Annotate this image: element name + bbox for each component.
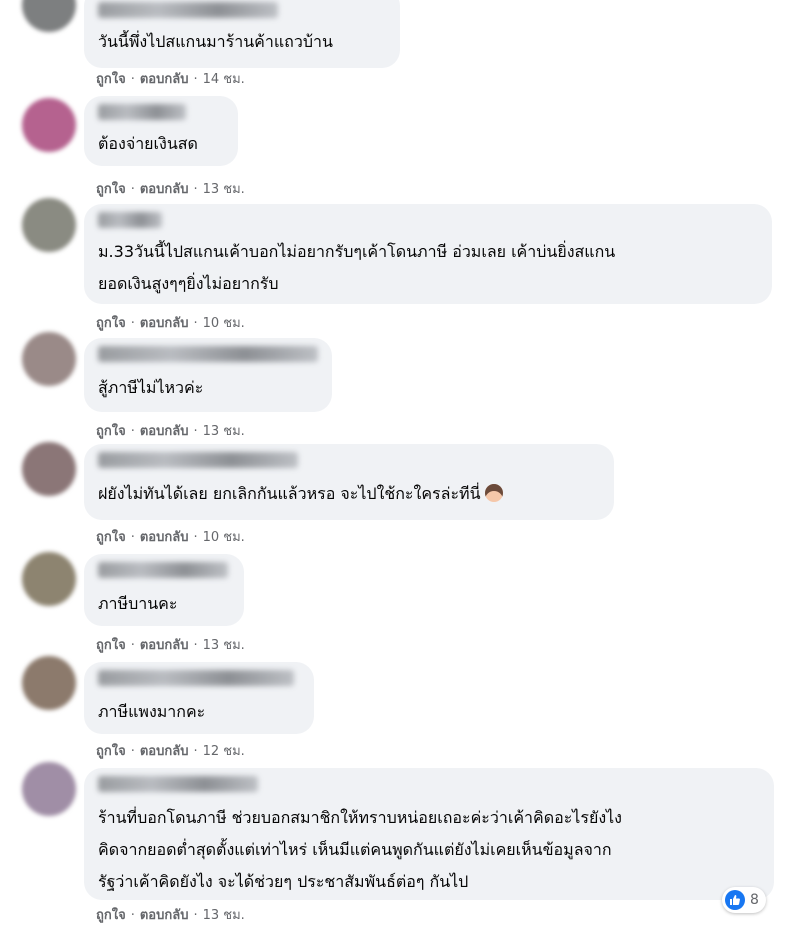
- author-name-blurred[interactable]: [98, 212, 162, 228]
- comment-bubble: สู้ภาษีไม่ไหวค่ะ: [84, 338, 332, 412]
- timestamp[interactable]: 12 ชม.: [203, 744, 245, 759]
- comment-actions: ถูกใจ · ตอบกลับ · 14 ชม.: [96, 72, 245, 87]
- avatar[interactable]: [22, 656, 76, 710]
- timestamp[interactable]: 10 ชม.: [203, 316, 245, 331]
- timestamp[interactable]: 13 ชม.: [203, 908, 245, 923]
- person-emoji-icon: [484, 484, 503, 502]
- comment-bubble: ต้องจ่ายเงินสด: [84, 96, 238, 166]
- reply-link[interactable]: ตอบกลับ: [140, 908, 189, 923]
- avatar[interactable]: [22, 98, 76, 152]
- like-link[interactable]: ถูกใจ: [96, 424, 126, 439]
- comment-bubble: ร้านที่บอกโดนภาษี ช่วยบอกสมาชิกให้ทราบหน…: [84, 768, 774, 900]
- timestamp[interactable]: 13 ชม.: [203, 182, 245, 197]
- reply-link[interactable]: ตอบกลับ: [140, 638, 189, 653]
- timestamp[interactable]: 10 ชม.: [203, 530, 245, 545]
- comment-actions: ถูกใจ · ตอบกลับ · 13 ชม.: [96, 424, 245, 439]
- comment-actions: ถูกใจ · ตอบกลับ · 13 ชม.: [96, 638, 245, 653]
- comment-bubble: วันนี้พึ่งไปสแกนมาร้านค้าแถวบ้าน: [84, 0, 400, 68]
- reply-link[interactable]: ตอบกลับ: [140, 744, 189, 759]
- like-link[interactable]: ถูกใจ: [96, 316, 126, 331]
- comment-text: ภาษีแพงมากคะ: [98, 702, 206, 721]
- comment-actions: ถูกใจ · ตอบกลับ · 12 ชม.: [96, 744, 245, 759]
- avatar[interactable]: [22, 442, 76, 496]
- comment-text: ฝยังไม่ทันได้เลย ยกเลิกกันแล้วหรอ จะไปใช…: [98, 478, 600, 510]
- comment-text: ร้านที่บอกโดนภาษี ช่วยบอกสมาชิกให้ทราบหน…: [98, 808, 622, 891]
- comment-actions: ถูกใจ · ตอบกลับ · 10 ชม.: [96, 530, 245, 545]
- reply-link[interactable]: ตอบกลับ: [140, 182, 189, 197]
- author-name-blurred[interactable]: [98, 452, 298, 468]
- avatar[interactable]: [22, 198, 76, 252]
- like-link[interactable]: ถูกใจ: [96, 638, 126, 653]
- comment-bubble: ฝยังไม่ทันได้เลย ยกเลิกกันแล้วหรอ จะไปใช…: [84, 444, 614, 520]
- comment-text: ภาษีบานคะ: [98, 594, 178, 613]
- comment-text: ต้องจ่ายเงินสด: [98, 134, 198, 153]
- reaction-summary[interactable]: 8: [722, 887, 766, 913]
- like-link[interactable]: ถูกใจ: [96, 744, 126, 759]
- author-name-blurred[interactable]: [98, 670, 294, 686]
- like-link[interactable]: ถูกใจ: [96, 530, 126, 545]
- comment-actions: ถูกใจ · ตอบกลับ · 10 ชม.: [96, 316, 245, 331]
- timestamp[interactable]: 14 ชม.: [203, 72, 245, 87]
- reply-link[interactable]: ตอบกลับ: [140, 72, 189, 87]
- comment-text: ม.33วันนี้ไปสแกนเค้าบอกไม่อยากรับๆเค้าโด…: [98, 242, 616, 293]
- author-name-blurred[interactable]: [98, 346, 318, 362]
- like-link[interactable]: ถูกใจ: [96, 908, 126, 923]
- comment-actions: ถูกใจ · ตอบกลับ · 13 ชม.: [96, 908, 245, 923]
- reply-link[interactable]: ตอบกลับ: [140, 316, 189, 331]
- comment-actions: ถูกใจ · ตอบกลับ · 13 ชม.: [96, 182, 245, 197]
- comment-text: สู้ภาษีไม่ไหวค่ะ: [98, 378, 204, 397]
- avatar[interactable]: [22, 332, 76, 386]
- timestamp[interactable]: 13 ชม.: [203, 638, 245, 653]
- author-name-blurred[interactable]: [98, 776, 258, 792]
- comment-text: วันนี้พึ่งไปสแกนมาร้านค้าแถวบ้าน: [98, 32, 333, 51]
- avatar[interactable]: [22, 552, 76, 606]
- avatar[interactable]: [22, 762, 76, 816]
- author-name-blurred[interactable]: [98, 104, 186, 120]
- comment-bubble: ภาษีแพงมากคะ: [84, 662, 314, 734]
- author-name-blurred[interactable]: [98, 562, 228, 578]
- comment-bubble: ภาษีบานคะ: [84, 554, 244, 626]
- like-icon: [725, 890, 745, 910]
- reply-link[interactable]: ตอบกลับ: [140, 424, 189, 439]
- timestamp[interactable]: 13 ชม.: [203, 424, 245, 439]
- reaction-count: 8: [750, 892, 759, 908]
- author-name-blurred[interactable]: [98, 2, 278, 18]
- avatar[interactable]: [22, 0, 76, 32]
- reply-link[interactable]: ตอบกลับ: [140, 530, 189, 545]
- like-link[interactable]: ถูกใจ: [96, 72, 126, 87]
- comment-bubble: ม.33วันนี้ไปสแกนเค้าบอกไม่อยากรับๆเค้าโด…: [84, 204, 772, 304]
- like-link[interactable]: ถูกใจ: [96, 182, 126, 197]
